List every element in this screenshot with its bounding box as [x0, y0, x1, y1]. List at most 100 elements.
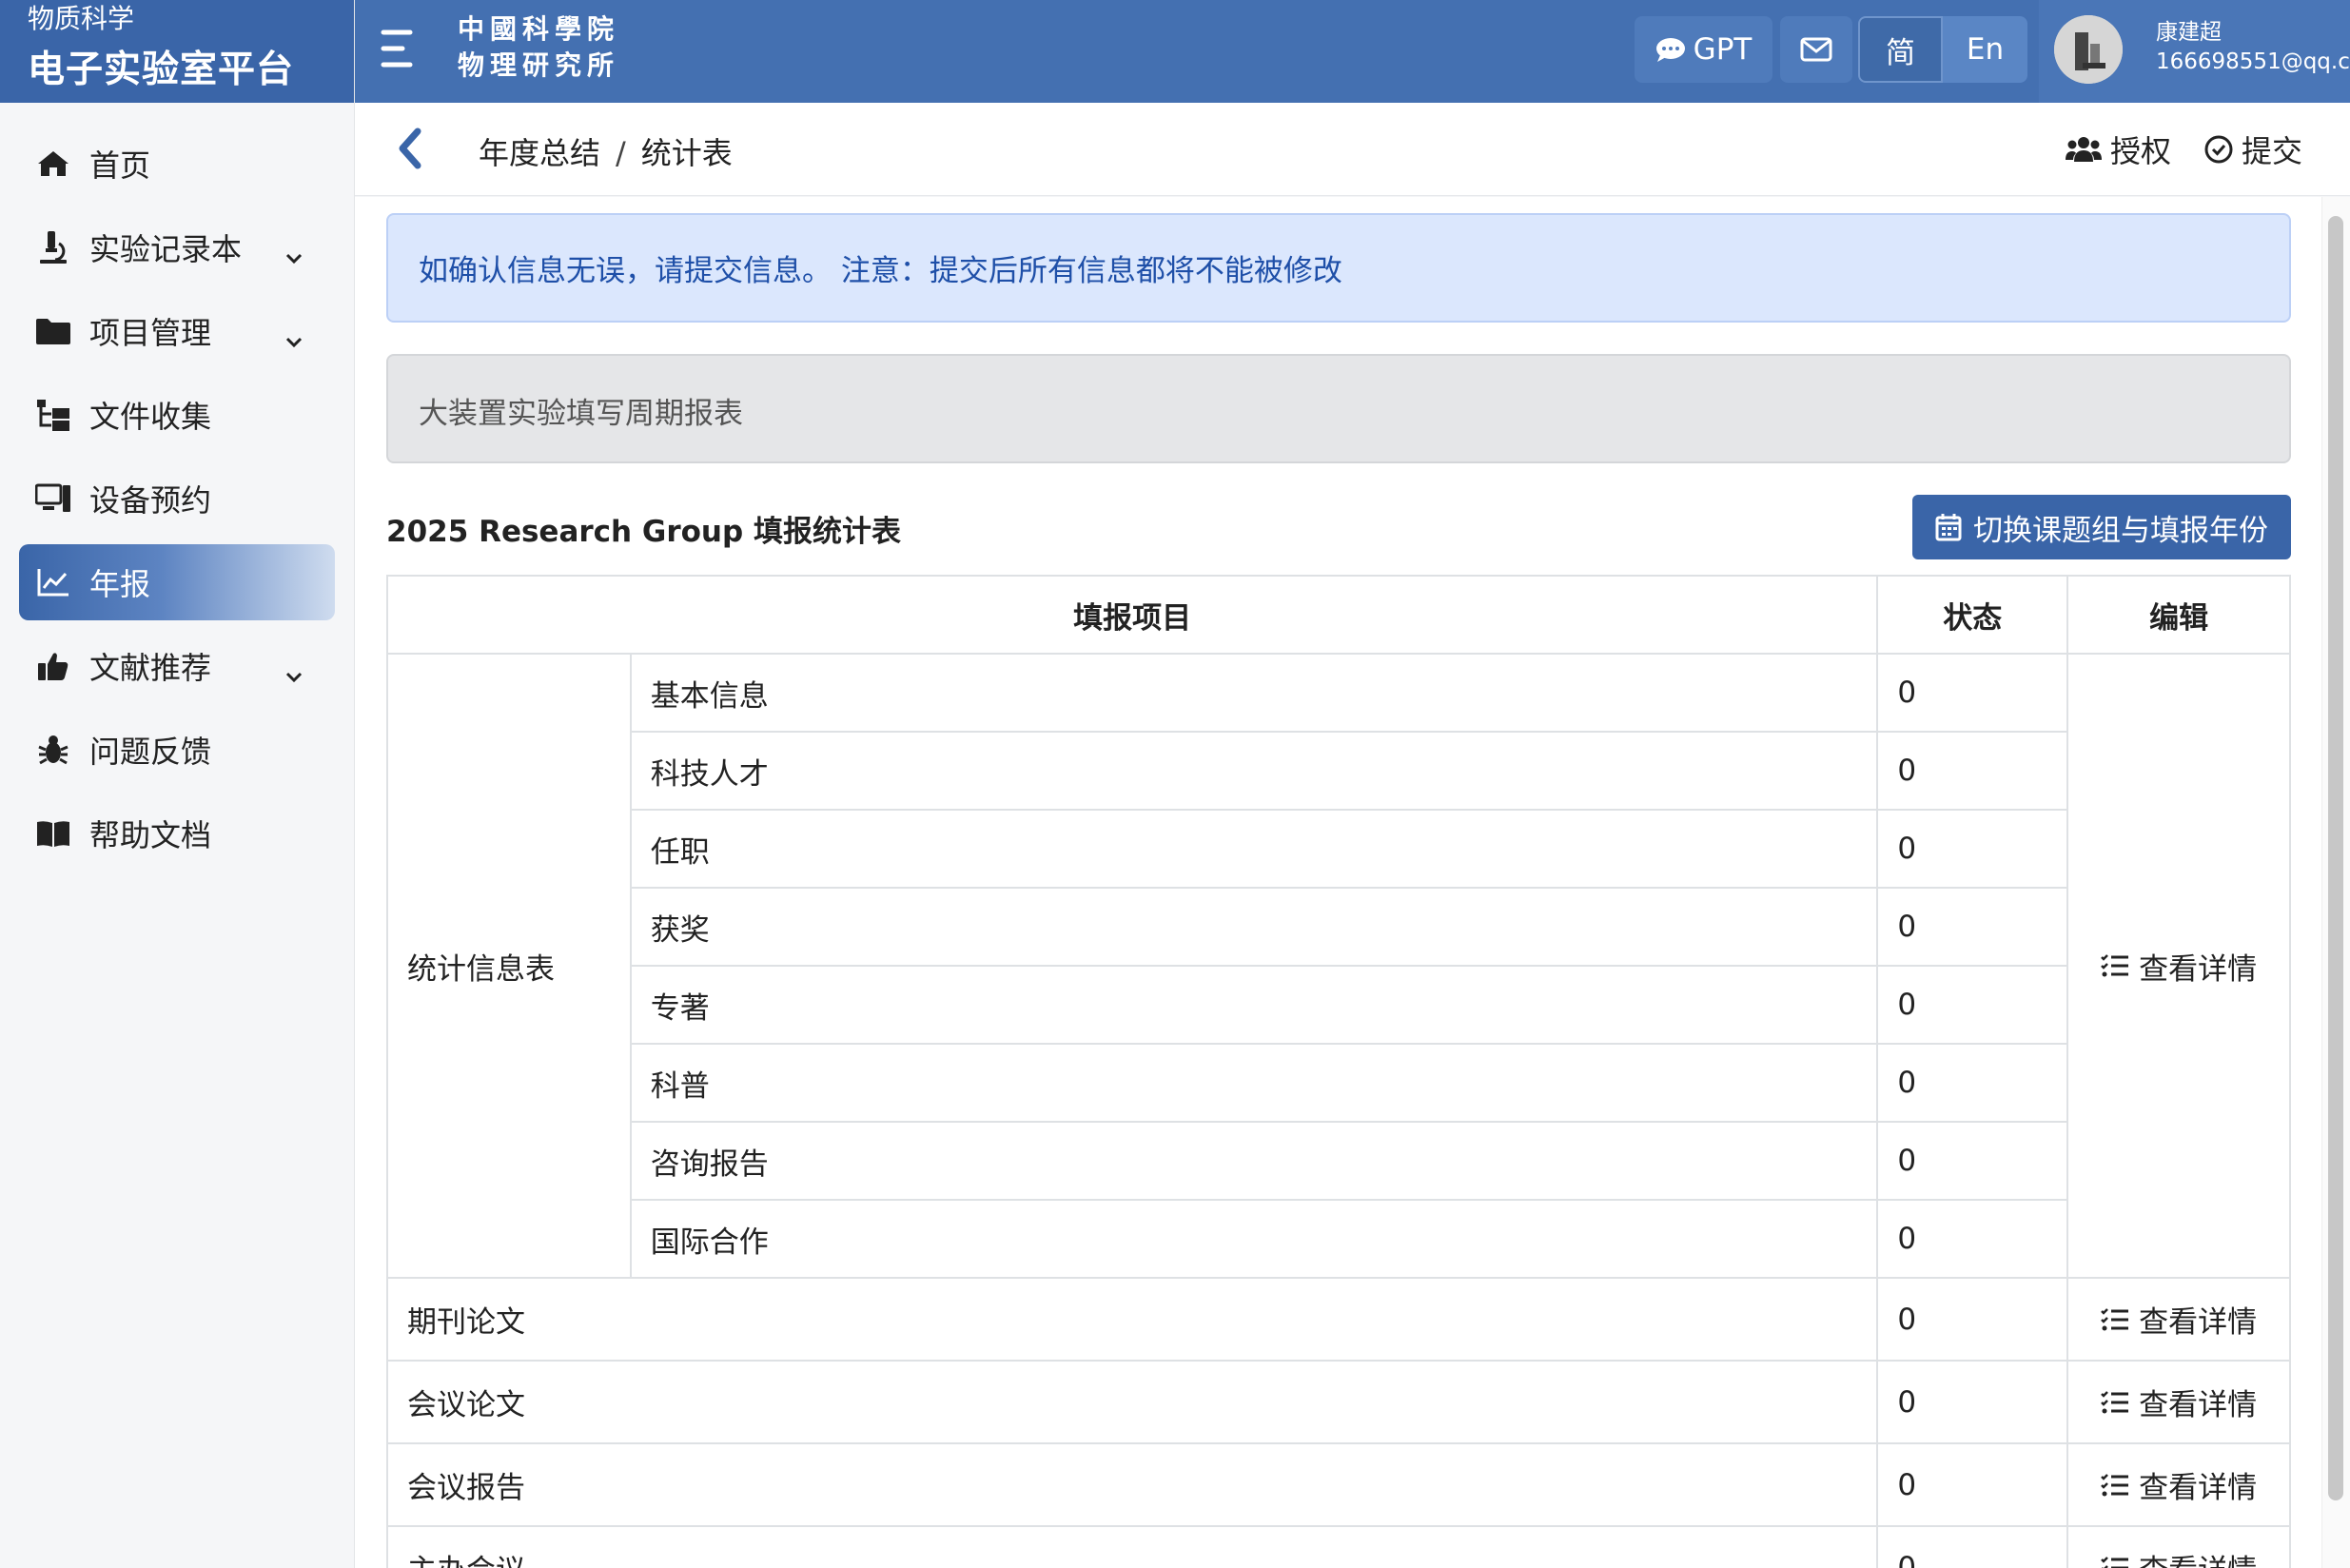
calendar-icon [1935, 514, 1962, 541]
language-switch: 简 En [1858, 16, 2027, 83]
row-name: 科技人才 [629, 731, 1879, 811]
row-name: 科普 [629, 1043, 1879, 1123]
user-name: 康建超 [2156, 20, 2222, 45]
row-name: 任职 [629, 809, 1879, 889]
home-icon [34, 145, 72, 183]
table-row: 任职 0 [387, 809, 2290, 889]
view-details-label: 查看详情 [2139, 1388, 2258, 1422]
row-name: 国际合作 [629, 1199, 1879, 1279]
row-status: 0 [1876, 653, 2069, 733]
column-header-edit: 编辑 [2066, 575, 2291, 655]
list-check-icon [2101, 954, 2129, 977]
report-link-box[interactable]: 大装置实验填写周期报表 [386, 354, 2291, 463]
edit-cell: 查看详情 [2066, 1525, 2291, 1568]
sidebar-item-label: 文件收集 [89, 399, 212, 435]
breadcrumb-parent[interactable]: 年度总结 [479, 135, 600, 171]
sidebar-item-annual-report[interactable]: 年报 [19, 544, 335, 620]
sidebar-item-help[interactable]: 帮助文档 [19, 795, 335, 872]
user-email: 166698551@qq.com [2156, 49, 2350, 74]
sidebar-item-projects[interactable]: 项目管理 [19, 293, 335, 369]
row-name: 咨询报告 [629, 1121, 1879, 1201]
sidebar-item-label: 首页 [89, 147, 151, 184]
view-details-label: 查看详情 [2139, 1546, 2257, 1568]
back-chevron-icon[interactable] [395, 127, 423, 173]
breadcrumb-current: 统计表 [640, 135, 733, 171]
list-check-icon [2101, 1307, 2129, 1330]
view-details-label: 查看详情 [2139, 1305, 2258, 1340]
switch-button-label: 切换课题组与填报年份 [1973, 513, 2268, 548]
mail-button[interactable] [1780, 16, 1852, 83]
book-icon [34, 814, 72, 853]
row-name: 基本信息 [629, 653, 1879, 733]
table-row: 统计信息表 基本信息 0 查看详情 [386, 653, 2291, 1279]
table-row: 科技人才 0 [387, 731, 2290, 811]
folder-tree-icon [34, 396, 72, 434]
row-status: 0 [1876, 1121, 2069, 1201]
row-status: 0 [1876, 1043, 2069, 1123]
vertical-scrollbar[interactable] [2321, 197, 2350, 1568]
chat-icon [1655, 38, 1685, 62]
table-row: 会议报告 0 查看详情 [385, 1442, 2291, 1527]
list-check-icon [2101, 1390, 2129, 1413]
check-circle-icon [2204, 135, 2233, 164]
menu-toggle-icon[interactable] [376, 25, 418, 72]
gpt-label: GPT [1693, 32, 1753, 67]
column-header-status: 状态 [1876, 575, 2069, 655]
sidebar-item-label: 问题反馈 [89, 734, 212, 770]
sidebar-item-booking[interactable]: 设备预约 [19, 461, 335, 537]
view-details-button[interactable]: 查看详情 [2101, 1298, 2257, 1341]
view-details-button[interactable]: 查看详情 [2101, 945, 2257, 988]
main-content: 如确认信息无误，请提交信息。 注意：提交后所有信息都将不能被修改 大装置实验填写… [355, 197, 2350, 1568]
row-name: 会议报告 [385, 1442, 1879, 1527]
table-row: 科普 0 [387, 1043, 2290, 1123]
row-status: 0 [1876, 1525, 2069, 1568]
lang-zh-button[interactable]: 简 [1858, 16, 1943, 83]
view-details-button[interactable]: 查看详情 [2101, 1463, 2257, 1506]
top-header: 中國科學院 物理研究所 GPT 简 En 康建超 166698551@qq.co… [355, 0, 2350, 103]
sidebar-item-files[interactable]: 文件收集 [19, 377, 335, 453]
view-details-button[interactable]: 查看详情 [2101, 1546, 2257, 1568]
row-name: 会议论文 [385, 1360, 1879, 1444]
view-details-label: 查看详情 [2139, 951, 2258, 987]
group-label: 统计信息表 [386, 653, 632, 1279]
scrollbar-thumb[interactable] [2328, 216, 2343, 1500]
switch-group-year-button[interactable]: 切换课题组与填报年份 [1912, 495, 2291, 559]
table-row: 专著 0 [387, 965, 2290, 1045]
view-details-label: 查看详情 [2139, 1471, 2258, 1505]
submit-button[interactable]: 提交 [2203, 127, 2302, 171]
table-row: 期刊论文 0 查看详情 [385, 1277, 2291, 1362]
institute-name-line1: 中國科學院 [458, 13, 620, 45]
list-check-icon [2101, 1473, 2129, 1496]
envelope-icon [1800, 37, 1832, 62]
sidebar-item-label: 年报 [89, 566, 151, 602]
sidebar-nav: 首页 实验记录本 项目管理 文件收集 设备预约 年报 文献推荐 问题反馈 帮助文… [0, 103, 354, 872]
gpt-button[interactable]: GPT [1635, 16, 1772, 83]
sidebar-item-notebook[interactable]: 实验记录本 [19, 209, 335, 285]
chevron-down-icon [285, 236, 303, 272]
folder-icon [34, 312, 72, 350]
breadcrumb: 年度总结 / 统计表 [479, 129, 733, 173]
sidebar-item-literature[interactable]: 文献推荐 [19, 628, 335, 704]
sidebar-item-home[interactable]: 首页 [19, 126, 335, 202]
submit-label: 提交 [2241, 133, 2302, 169]
bug-icon [34, 731, 72, 769]
user-menu[interactable]: 康建超 166698551@qq.com [2039, 0, 2350, 103]
lang-en-button[interactable]: En [1943, 16, 2027, 83]
page-actions: 授权 提交 [2032, 127, 2302, 171]
breadcrumb-separator: / [616, 135, 626, 171]
avatar [2054, 15, 2123, 84]
row-name: 获奖 [629, 887, 1879, 967]
sidebar-item-label: 设备预约 [89, 482, 212, 519]
column-header-item: 填报项目 [385, 575, 1879, 655]
brand-logo[interactable]: 物质科学 电子实验室平台 [0, 0, 354, 103]
breadcrumb-bar: 年度总结 / 统计表 授权 提交 [355, 103, 2350, 196]
institute-logo[interactable]: 中國科學院 物理研究所 [458, 11, 619, 84]
row-status: 0 [1876, 1442, 2069, 1527]
info-alert: 如确认信息无误，请提交信息。 注意：提交后所有信息都将不能被修改 [386, 213, 2291, 323]
sidebar-item-feedback[interactable]: 问题反馈 [19, 712, 335, 788]
brand-title: 电子实验室平台 [28, 49, 295, 91]
table-row: 获奖 0 [387, 887, 2290, 967]
view-details-button[interactable]: 查看详情 [2101, 1381, 2257, 1423]
authorize-button[interactable]: 授权 [2065, 127, 2171, 171]
thumbs-up-icon [34, 647, 72, 685]
